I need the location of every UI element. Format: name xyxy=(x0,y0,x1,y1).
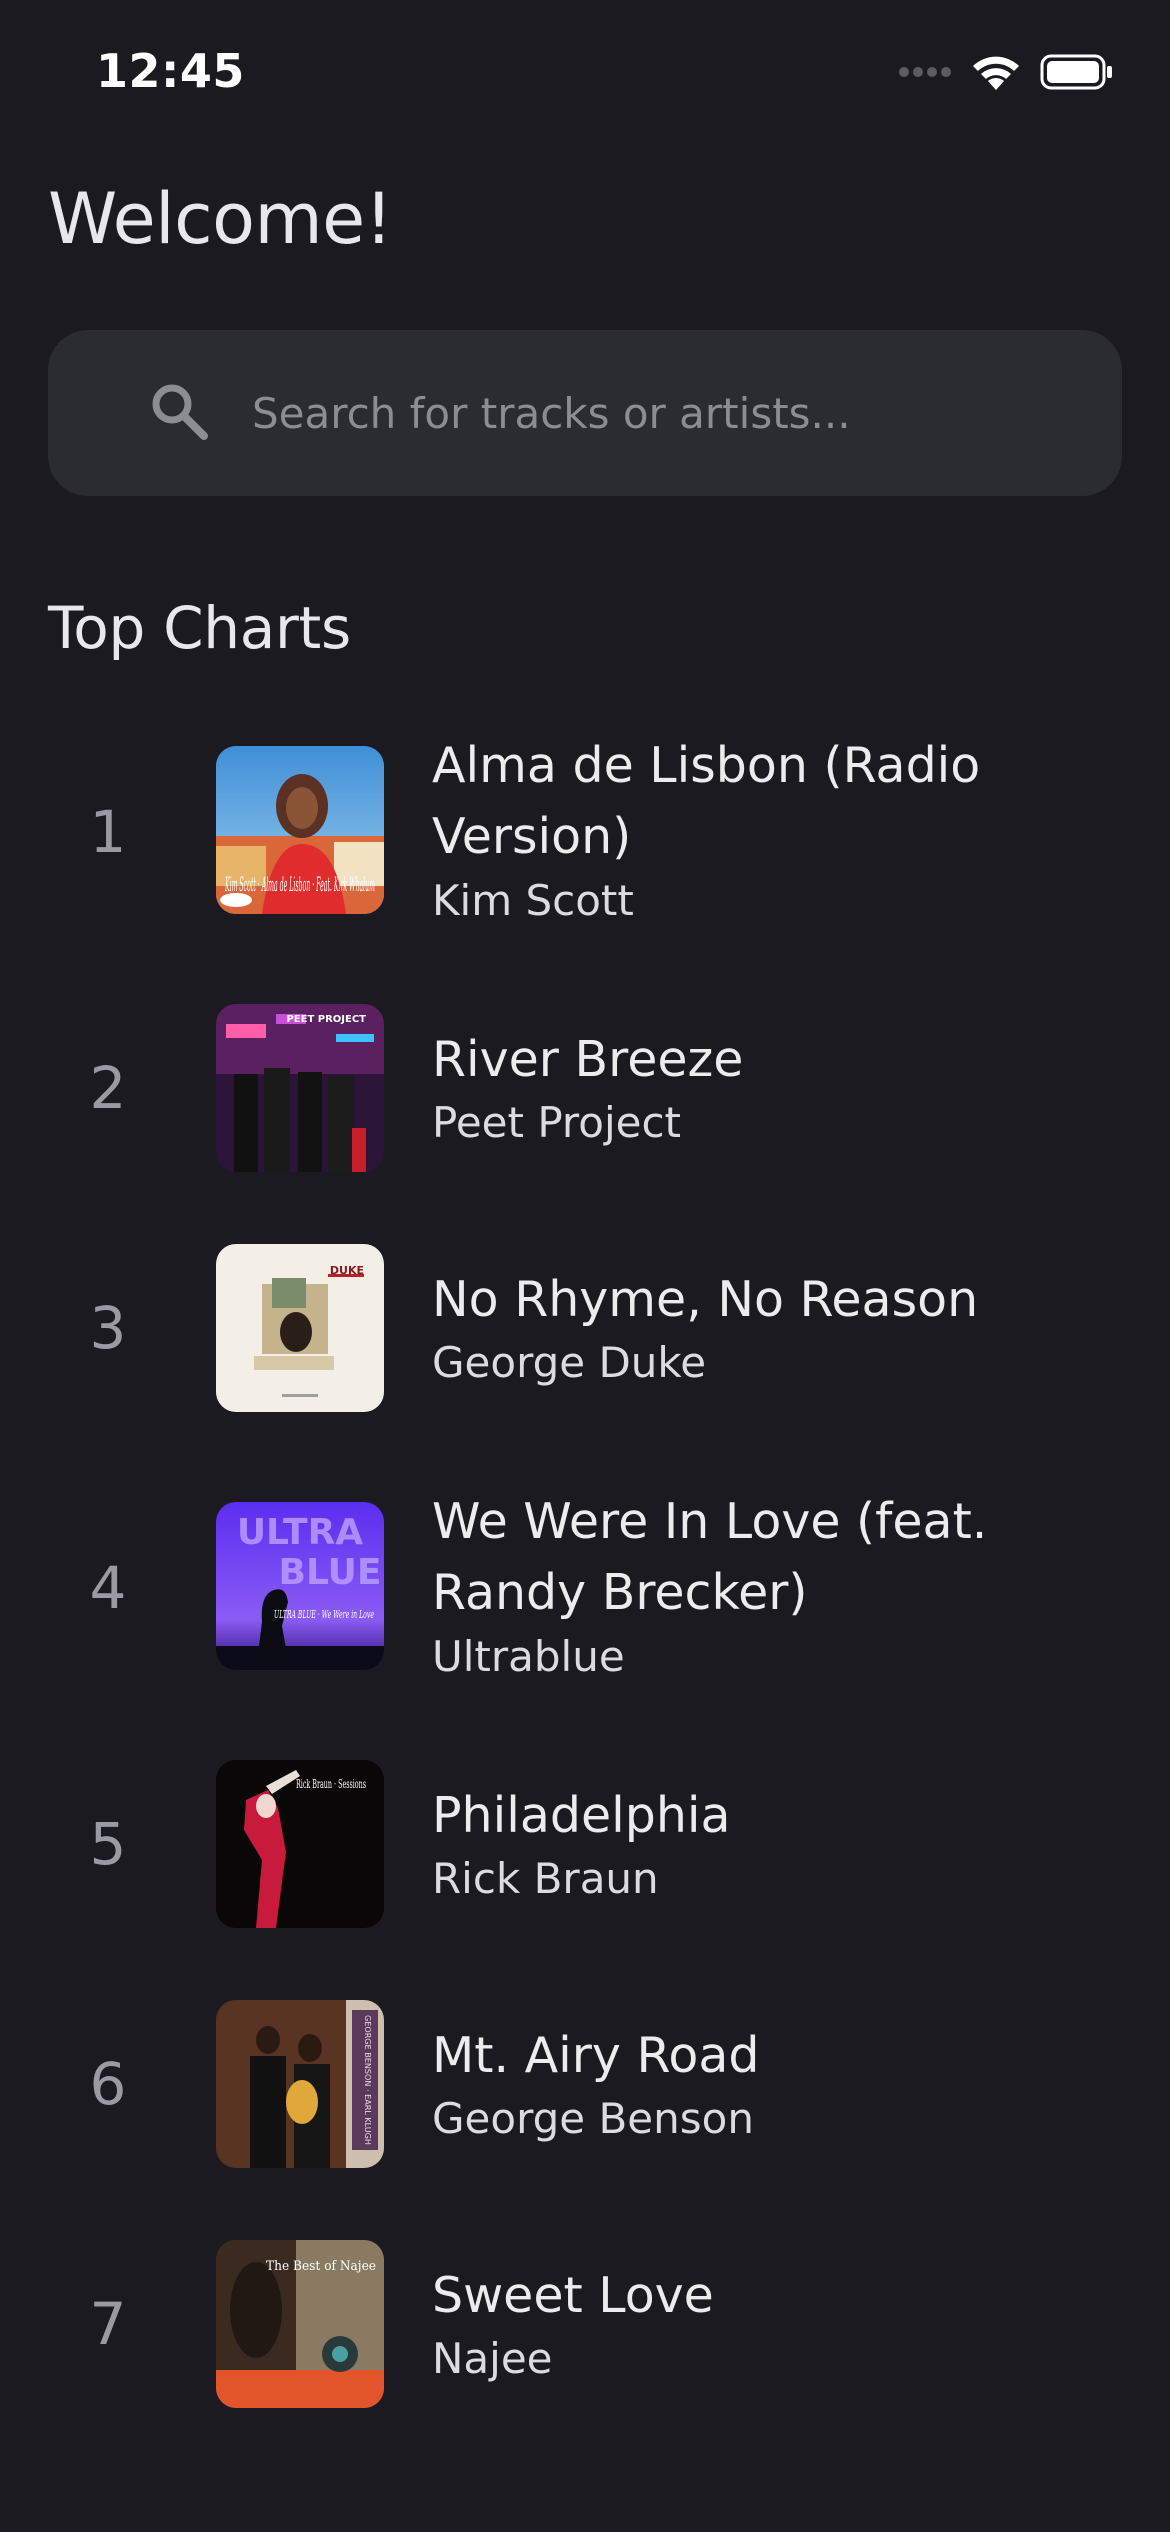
svg-text:BLUE: BLUE xyxy=(279,1552,382,1593)
chart-rank: 6 xyxy=(89,2050,127,2118)
album-cover[interactable]: The Best of Najee xyxy=(216,2240,384,2408)
track-title: Alma de Lisbon (Radio Version) xyxy=(432,737,981,865)
album-cover[interactable]: PEET PROJECT xyxy=(216,1004,384,1172)
album-cover-text: GEORGE BENSON · EARL KLUGH xyxy=(363,2015,372,2145)
app-screen: 12:45 Welcome! Search for tracks or arti… xyxy=(0,0,1170,2532)
chart-rank: 2 xyxy=(89,1054,127,1122)
chart-rank: 4 xyxy=(89,1554,127,1622)
album-cover-text: The Best of Najee xyxy=(266,2259,376,2274)
album-cover-text: Rick Braun · Sessions xyxy=(296,1777,366,1791)
track-title: We Were In Love (feat. Randy Brecker) xyxy=(432,1493,988,1621)
track-title: River Breeze xyxy=(432,1031,744,1088)
album-cover[interactable]: DUKE xyxy=(216,1244,384,1412)
album-cover-text: PEET PROJECT xyxy=(286,1014,366,1025)
album-cover[interactable]: ULTRA BLUE ULTRA BLUE · We Were in Love xyxy=(216,1502,384,1670)
chart-row[interactable]: 6 GEORGE BENSON · EARL KLUGH Mt. Airy Ro… xyxy=(0,2000,1170,2200)
chart-rank: 3 xyxy=(89,1294,127,1362)
track-artist: Najee xyxy=(432,2334,553,2383)
chart-rank: 7 xyxy=(89,2290,127,2358)
track-artist: George Benson xyxy=(432,2094,754,2143)
track-artist: Ultrablue xyxy=(432,1632,625,1681)
track-title: Sweet Love xyxy=(432,2267,714,2324)
album-cover-text: ULTRA BLUE · We Were in Love xyxy=(274,1608,374,1621)
track-artist: Rick Braun xyxy=(432,1854,659,1903)
chart-rank: 1 xyxy=(89,798,127,866)
top-charts-list: 1 Kim Scott · Alma de Lisbon · Feat. Kir… xyxy=(0,0,1170,2532)
track-title: Mt. Airy Road xyxy=(432,2027,760,2084)
chart-row[interactable]: 5 Rick Braun · Sessions Philadelphia Ric… xyxy=(0,1760,1170,1960)
album-cover[interactable]: GEORGE BENSON · EARL KLUGH xyxy=(216,2000,384,2168)
album-cover-text: Kim Scott · Alma de Lisbon · Feat. Kirk … xyxy=(225,872,375,896)
track-artist: Peet Project xyxy=(432,1098,682,1147)
chart-row[interactable]: 7 The Best of Najee Sweet Love Najee xyxy=(0,2240,1170,2440)
chart-row[interactable]: 1 Kim Scott · Alma de Lisbon · Feat. Kir… xyxy=(0,730,1170,930)
track-artist: Kim Scott xyxy=(432,876,634,925)
chart-row[interactable]: 3 DUKE No Rhyme, No Reason George Duke xyxy=(0,1244,1170,1444)
album-cover[interactable]: Rick Braun · Sessions xyxy=(216,1760,384,1928)
album-cover-text: DUKE xyxy=(330,1264,364,1277)
album-cover[interactable]: Kim Scott · Alma de Lisbon · Feat. Kirk … xyxy=(216,746,384,914)
track-title: No Rhyme, No Reason xyxy=(432,1271,979,1328)
chart-rank: 5 xyxy=(89,1810,127,1878)
track-title: Philadelphia xyxy=(432,1787,731,1844)
track-artist: George Duke xyxy=(432,1338,707,1387)
svg-text:ULTRA: ULTRA xyxy=(237,1512,363,1553)
chart-row[interactable]: 4 ULTRA BLUE ULTRA BLUE · We Were in Lov… xyxy=(0,1486,1170,1686)
chart-row[interactable]: 2 PEET PROJECT River Breeze Peet Project xyxy=(0,1004,1170,1204)
